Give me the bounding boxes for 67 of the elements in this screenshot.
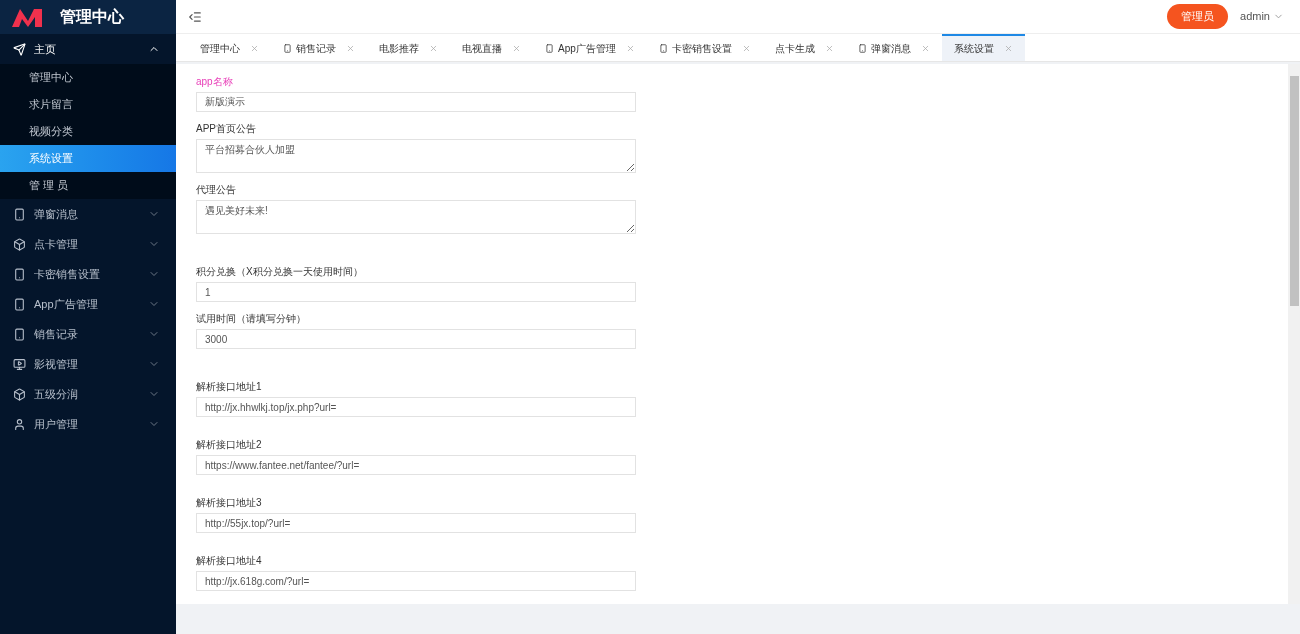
field-label: 解析接口地址4	[196, 555, 263, 567]
sidebar-item[interactable]: 弹窗消息	[0, 199, 176, 229]
sidebar-item[interactable]: 用户管理	[0, 409, 176, 439]
phone-icon	[545, 44, 554, 53]
menu-icon[interactable]	[188, 9, 202, 24]
field-label: 代理公告	[196, 184, 237, 196]
tab[interactable]: 销售记录	[271, 34, 367, 61]
scroll-thumb[interactable]	[1289, 76, 1299, 306]
tab[interactable]: 点卡生成	[762, 34, 846, 61]
field-label: APP首页公告	[196, 123, 257, 135]
close-icon[interactable]	[824, 44, 834, 53]
tab[interactable]: 系统设置	[941, 34, 1025, 61]
scrollbar[interactable]	[1288, 64, 1300, 604]
phone-icon	[13, 297, 26, 311]
tab[interactable]: 卡密销售设置	[646, 34, 763, 61]
input-field[interactable]: 新版演示	[196, 92, 636, 112]
logo-title: 管理中心	[60, 7, 124, 27]
phone-icon	[658, 44, 668, 53]
user-menu[interactable]: admin	[1240, 8, 1284, 25]
text-area[interactable]: 遇见美好未来!	[196, 200, 636, 234]
input-field[interactable]: 1	[196, 282, 636, 302]
video-icon	[13, 357, 26, 371]
sidebar-item[interactable]: 卡密销售设置	[0, 259, 176, 289]
send-icon	[13, 42, 26, 56]
phone-icon	[13, 327, 26, 341]
phone-icon	[13, 207, 26, 221]
close-icon[interactable]	[741, 44, 751, 53]
input-field[interactable]: http://jx.hhwlkj.top/jx.php?url=	[196, 397, 636, 417]
phone-icon	[283, 44, 292, 53]
phone-icon	[857, 44, 867, 53]
field-label: app名称	[196, 76, 234, 88]
cube-icon	[13, 237, 26, 251]
sidebar-item[interactable]: App广告管理	[0, 289, 176, 319]
field-label: 试用时间（请填写分钟）	[196, 313, 307, 325]
tab[interactable]: 管理中心	[188, 34, 271, 61]
user-icon	[13, 417, 26, 431]
tab[interactable]: 电视直播	[450, 34, 533, 61]
sidebar-item[interactable]: 销售记录	[0, 319, 176, 349]
close-icon[interactable]	[250, 44, 259, 53]
field-label: 解析接口地址1	[196, 381, 263, 393]
input-field[interactable]: 3000	[196, 329, 636, 349]
sidebar-subitem[interactable]: 管理中心	[0, 64, 176, 91]
tab[interactable]: App广告管理	[533, 34, 647, 61]
close-icon[interactable]	[625, 44, 635, 53]
sidebar-subitem[interactable]: 管 理 员	[0, 172, 176, 199]
sidebar-item[interactable]: 主页	[0, 34, 176, 64]
input-field[interactable]: http://jx.618g.com/?url=	[196, 571, 636, 591]
sidebar-subitem[interactable]: 求片留言	[0, 91, 176, 118]
close-icon[interactable]	[346, 44, 355, 53]
input-field[interactable]: https://www.fantee.net/fantee/?url=	[196, 455, 636, 475]
cube-icon	[13, 387, 26, 401]
close-icon[interactable]	[512, 44, 521, 53]
tab[interactable]: 电影推荐	[367, 34, 450, 61]
sidebar-item[interactable]: 影视管理	[0, 349, 176, 379]
field-label: 解析接口地址3	[196, 497, 263, 509]
input-field[interactable]: http://55jx.top/?url=	[196, 513, 636, 533]
field-label: 积分兑换（X积分兑换一天使用时间）	[196, 266, 364, 278]
sidebar-item[interactable]: 点卡管理	[0, 229, 176, 259]
close-icon[interactable]	[1003, 44, 1013, 53]
tab[interactable]: 弹窗消息	[845, 34, 942, 61]
close-icon[interactable]	[920, 44, 930, 53]
close-icon[interactable]	[429, 44, 438, 53]
text-area[interactable]: 平台招募合伙人加盟	[196, 139, 636, 173]
field-label: 解析接口地址2	[196, 439, 263, 451]
phone-icon	[13, 267, 26, 281]
sidebar-subitem[interactable]: 视频分类	[0, 118, 176, 145]
sidebar-item[interactable]: 五级分润	[0, 379, 176, 409]
